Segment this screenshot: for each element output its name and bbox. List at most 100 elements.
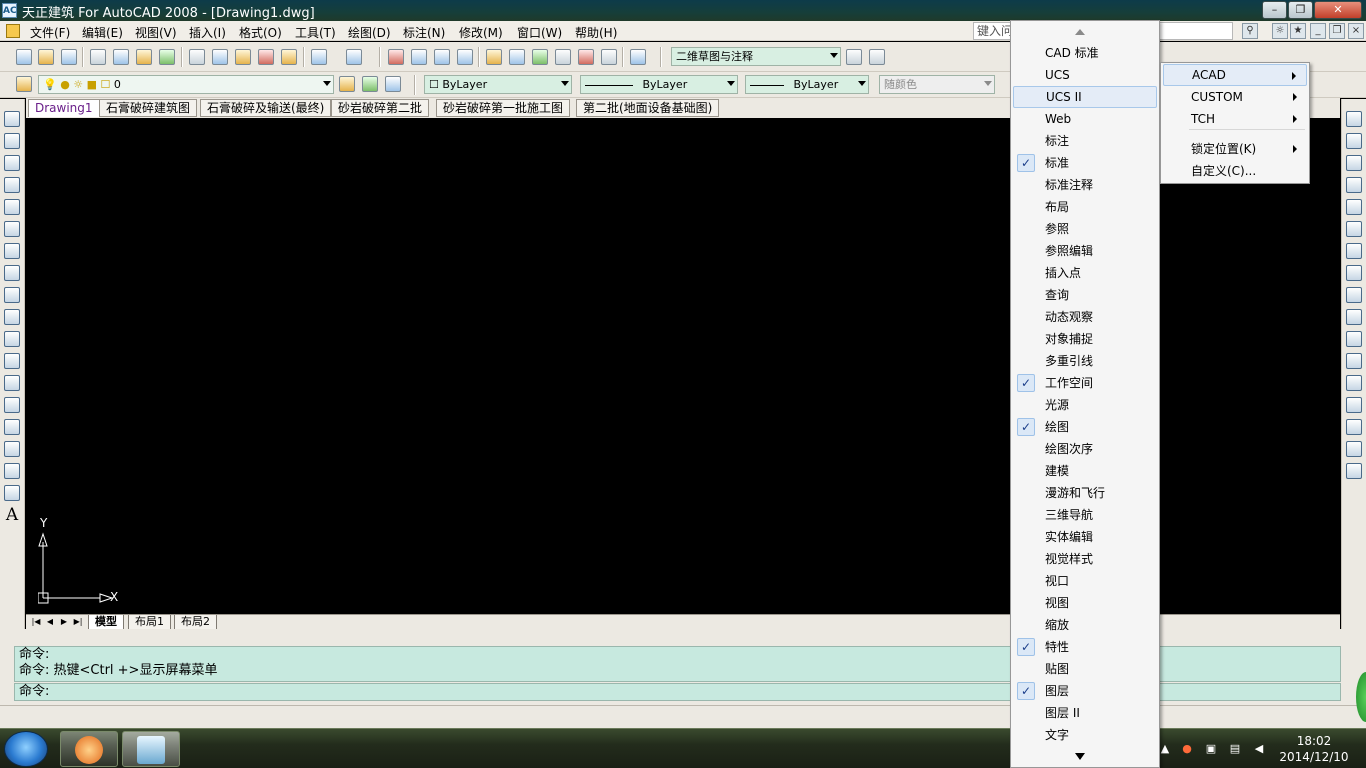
menu-tools[interactable]: 工具(T) [295,24,336,41]
scroll-up-icon[interactable] [1075,29,1085,35]
context-menu-item[interactable]: 查询 [1013,284,1157,306]
3d-dwf-icon[interactable] [159,49,175,65]
context-menu-item[interactable]: CAD 标准 [1013,42,1157,64]
copy-object-icon[interactable] [1346,133,1362,149]
layer-select[interactable]: 💡 ● ☼ ■ ☐ 0 [38,75,334,94]
rotate-icon[interactable] [1346,243,1362,259]
next-tab-icon[interactable]: ▶ [58,616,70,628]
context-menu-item[interactable]: 视图 [1013,592,1157,614]
taskbar-autocad-button[interactable] [122,731,180,767]
trim-icon[interactable] [1346,309,1362,325]
network-icon[interactable]: ▤ [1228,742,1242,756]
fillet-icon[interactable] [1346,441,1362,457]
arc-icon[interactable] [4,221,20,237]
system-clock[interactable]: 18:02 2014/12/10 [1278,733,1350,765]
context-menu-item[interactable]: Web [1013,108,1157,130]
save-icon[interactable] [61,49,77,65]
tool-palettes-icon[interactable] [532,49,548,65]
tab-sandstone-batch1[interactable]: 砂岩破碎第一批施工图 [436,99,571,117]
break-icon[interactable] [1346,375,1362,391]
context-menu-item[interactable]: 建模 [1013,460,1157,482]
context-menu-item[interactable]: 实体编辑 [1013,526,1157,548]
polyline-icon[interactable] [4,155,20,171]
match-properties-icon[interactable] [258,49,274,65]
paste-icon[interactable] [235,49,251,65]
join-icon[interactable] [1346,397,1362,413]
communication-icon[interactable]: ☼ [1272,23,1288,39]
context-menu-item[interactable]: 布局 [1013,196,1157,218]
context-menu-item[interactable]: UCS [1013,64,1157,86]
make-block-icon[interactable] [4,375,20,391]
layer-manager-icon[interactable] [16,76,32,92]
menu-window[interactable]: 窗口(W) [517,24,562,41]
context-menu-item[interactable]: 视觉样式 [1013,548,1157,570]
scale-icon[interactable] [1346,265,1362,281]
submenu-item[interactable]: TCH [1163,108,1307,130]
zoom-window-icon[interactable] [434,49,450,65]
app-icon[interactable]: AC [2,3,17,18]
search-icon[interactable]: ⚲ [1242,23,1258,39]
submenu-item[interactable]: 锁定位置(K) [1163,138,1307,160]
print-icon[interactable] [90,49,106,65]
block-editor-icon[interactable] [281,49,297,65]
revision-cloud-icon[interactable] [4,265,20,281]
rectangle-icon[interactable] [4,199,20,215]
polygon-icon[interactable] [4,177,20,193]
scroll-down-icon[interactable] [1075,753,1085,760]
first-tab-icon[interactable]: |◀ [30,616,42,628]
open-icon[interactable] [38,49,54,65]
workspace-settings-icon[interactable] [846,49,862,65]
offset-icon[interactable] [1346,177,1362,193]
menu-insert[interactable]: 插入(I) [189,24,226,41]
extend-icon[interactable] [1346,331,1362,347]
menu-dimension[interactable]: 标注(N) [403,24,445,41]
volume-icon[interactable]: ◀ [1252,742,1266,756]
menu-draw[interactable]: 绘图(D) [348,24,391,41]
context-menu-item[interactable]: 对象捕捉 [1013,328,1157,350]
tab-layout1[interactable]: 布局1 [128,615,171,629]
context-menu-item[interactable]: 漫游和飞行 [1013,482,1157,504]
calculator-icon[interactable] [601,49,617,65]
circle-icon[interactable] [4,243,20,259]
my-workspace-icon[interactable] [869,49,885,65]
context-menu-item[interactable]: 参照 [1013,218,1157,240]
tab-gypsum-building[interactable]: 石膏破碎建筑图 [99,99,198,117]
tab-gypsum-transport[interactable]: 石膏破碎及输送(最终) [200,99,332,117]
context-menu-item[interactable]: 光源 [1013,394,1157,416]
ellipse-arc-icon[interactable] [4,331,20,347]
tray-expand-icon[interactable]: ▲ [1158,742,1172,756]
undo-icon[interactable] [311,49,327,65]
zoom-realtime-icon[interactable] [411,49,427,65]
doc-restore-button[interactable]: ❐ [1329,23,1345,39]
region-icon[interactable] [4,463,20,479]
context-menu-item[interactable]: 标注 [1013,130,1157,152]
properties-icon[interactable] [486,49,502,65]
copy-icon[interactable] [212,49,228,65]
context-menu-item[interactable]: UCS II [1013,86,1157,108]
doc-minimize-button[interactable]: _ [1310,23,1326,39]
document-icon[interactable] [6,24,20,38]
mirror-icon[interactable] [1346,155,1362,171]
linetype-select[interactable]: ByLayer [580,75,738,94]
table-icon[interactable] [4,485,20,501]
pan-icon[interactable] [388,49,404,65]
submenu-item[interactable]: 自定义(C)... [1163,160,1307,182]
multiline-text-icon[interactable]: A [4,507,20,524]
context-menu-item[interactable]: 插入点 [1013,262,1157,284]
favorites-icon[interactable]: ★ [1290,23,1306,39]
lineweight-select[interactable]: ByLayer [745,75,869,94]
markup-icon[interactable] [578,49,594,65]
plot-preview-icon[interactable] [113,49,129,65]
help-icon[interactable] [630,49,646,65]
prev-tab-icon[interactable]: ◀ [44,616,56,628]
erase-icon[interactable] [1346,111,1362,127]
design-center-icon[interactable] [509,49,525,65]
line-icon[interactable] [4,111,20,127]
spline-icon[interactable] [4,287,20,303]
publish-icon[interactable] [136,49,152,65]
qq-icon[interactable]: ● [1180,742,1194,756]
ellipse-icon[interactable] [4,309,20,325]
menu-view[interactable]: 视图(V) [135,24,177,41]
last-tab-icon[interactable]: ▶| [72,616,84,628]
context-menu-item[interactable]: 图层 II [1013,702,1157,724]
